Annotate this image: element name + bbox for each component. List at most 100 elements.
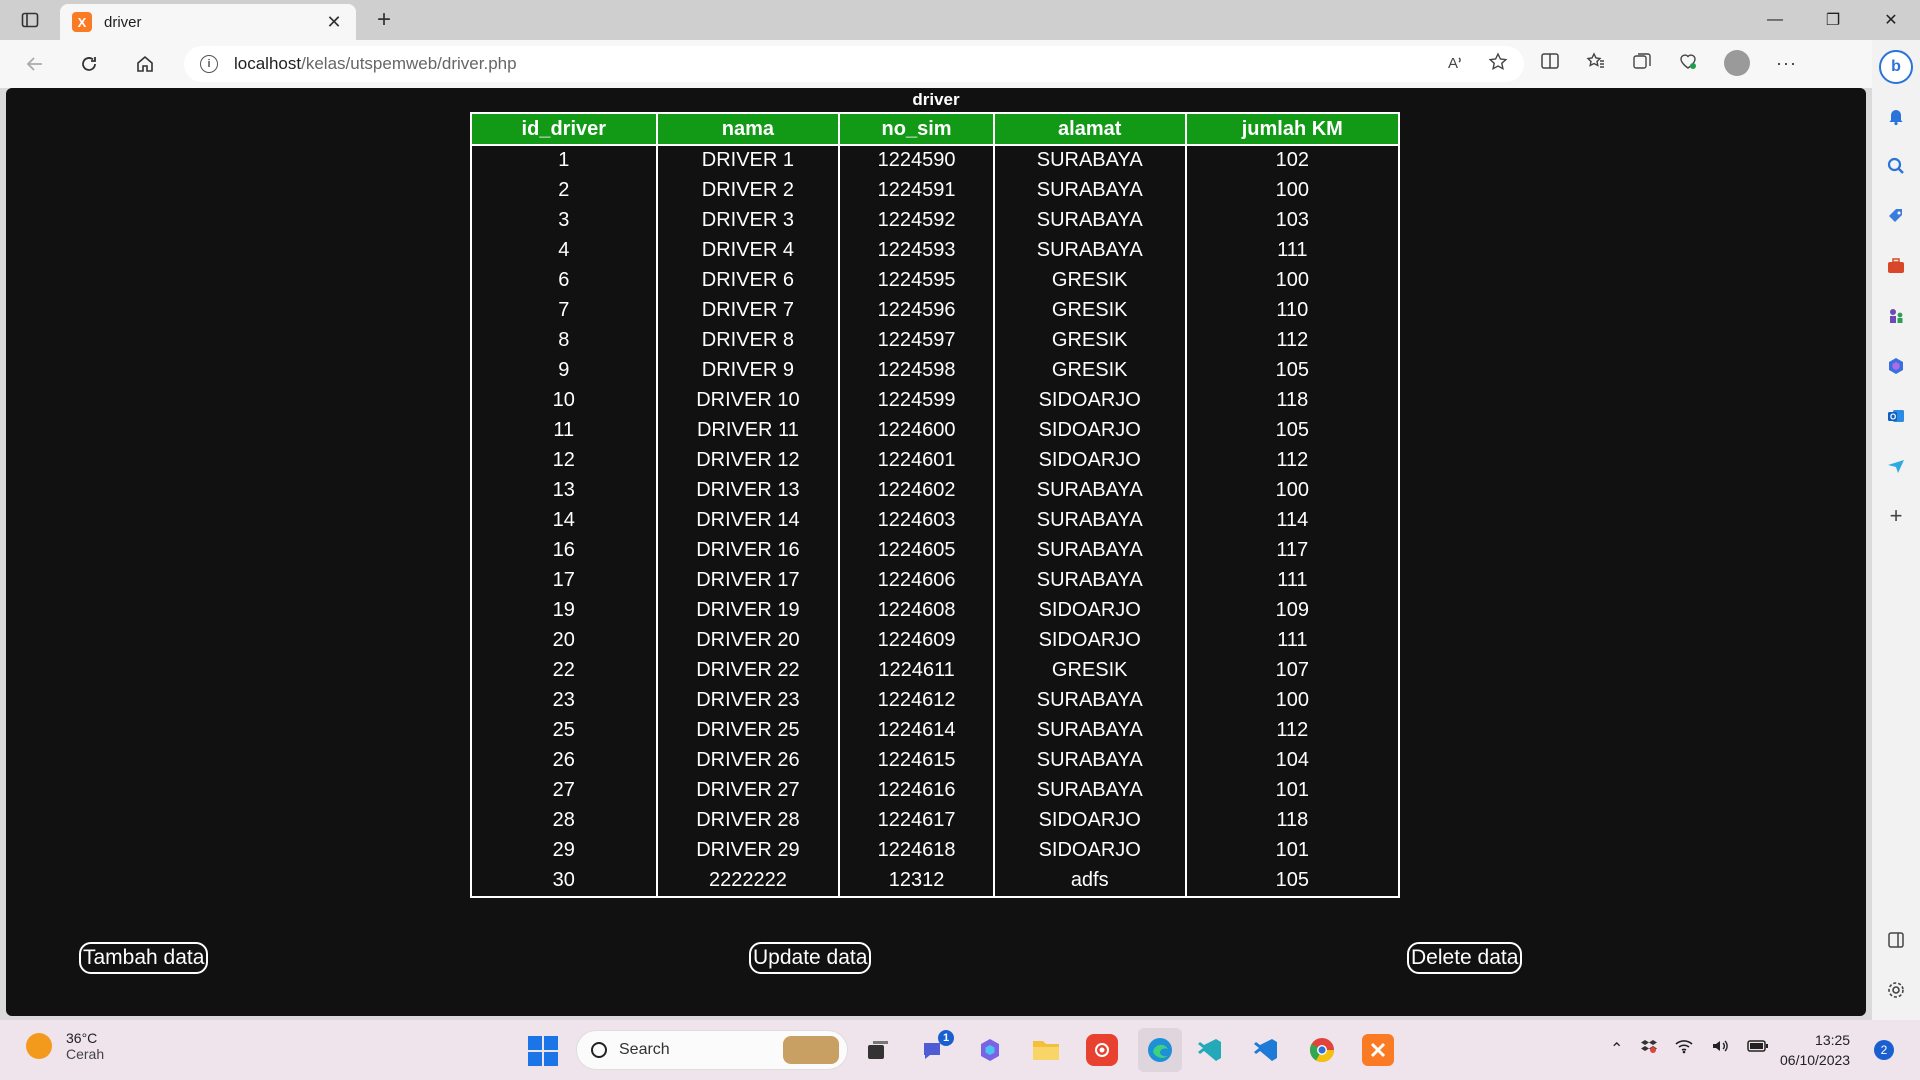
read-aloud-icon[interactable]: A [1446,52,1466,77]
table-row: 17 DRIVER 17 1224606 SURABAYA 111 [470,565,1401,595]
task-view-icon[interactable] [862,1034,894,1066]
copilot-taskbar-icon[interactable] [974,1034,1006,1066]
profile-avatar[interactable] [1724,50,1750,76]
taskbar-search-box[interactable]: Search [576,1030,848,1070]
cell-alamat: SURABAYA [992,475,1187,505]
cell-nama: DRIVER 13 [655,475,841,505]
sun-weather-icon [26,1033,52,1059]
tab-actions-icon[interactable] [16,6,44,34]
cell-nama: DRIVER 19 [655,595,841,625]
site-info-icon[interactable]: i [200,55,218,73]
delete-data-button[interactable]: Delete data [1407,942,1523,974]
notifications-bell-icon[interactable] [1882,102,1910,130]
cell-jumlah-km: 105 [1184,415,1401,445]
drop-send-icon[interactable] [1882,452,1910,480]
more-menu-icon[interactable]: ··· [1776,53,1797,74]
cell-id-driver: 1 [470,145,658,175]
vscode-blue-icon[interactable] [1250,1034,1282,1066]
hide-sidebar-icon[interactable] [1882,926,1910,954]
home-icon[interactable] [130,50,160,78]
file-explorer-icon[interactable] [1030,1034,1062,1066]
volume-icon[interactable] [1711,1038,1729,1059]
cell-jumlah-km: 112 [1184,325,1401,355]
cell-nama: DRIVER 28 [655,805,841,835]
cell-id-driver: 4 [470,235,658,265]
cell-alamat: SURABAYA [992,235,1187,265]
favorites-icon[interactable] [1586,51,1606,76]
cell-alamat: GRESIK [992,355,1187,385]
omnibox-actions: A [1446,52,1508,77]
tray-chevron-up-icon[interactable]: ⌃ [1610,1039,1623,1059]
url-text: localhost/kelas/utspemweb/driver.php [234,54,517,74]
weather-widget[interactable]: 36°C Cerah [26,1030,104,1062]
back-icon[interactable] [20,50,50,78]
cell-nama: DRIVER 16 [655,535,841,565]
chat-badge: 1 [938,1030,954,1046]
wifi-icon[interactable] [1675,1038,1693,1059]
cell-jumlah-km: 118 [1184,385,1401,415]
close-window-icon[interactable]: ✕ [1862,0,1920,40]
browser-tab[interactable]: X driver ✕ [60,4,356,40]
cell-nama: DRIVER 14 [655,505,841,535]
games-chess-icon[interactable] [1882,302,1910,330]
cell-no-sim: 1224618 [838,835,995,865]
add-sidebar-app-icon[interactable]: + [1882,502,1910,530]
table-row: 29 DRIVER 29 1224618 SIDOARJO 101 [470,835,1401,865]
sidebar-settings-gear-icon[interactable] [1882,976,1910,1004]
chat-teams-icon[interactable]: 1 [918,1030,954,1066]
vscode-icon[interactable] [1194,1034,1226,1066]
edge-browser-icon[interactable] [1138,1028,1182,1072]
new-tab-icon[interactable]: + [370,6,398,34]
camera-app-icon[interactable] [1086,1034,1118,1066]
cell-alamat: SURABAYA [992,535,1187,565]
collections-icon[interactable] [1632,51,1652,76]
cell-id-driver: 14 [470,505,658,535]
table-row: 8 DRIVER 8 1224597 GRESIK 112 [470,325,1401,355]
tab-close-icon[interactable]: ✕ [324,12,344,33]
browser-essentials-icon[interactable] [1678,51,1698,76]
url-path: /kelas/utspemweb/driver.php [301,54,517,73]
cell-jumlah-km: 118 [1184,805,1401,835]
restore-icon[interactable]: ❐ [1804,0,1862,40]
cell-id-driver: 3 [470,205,658,235]
battery-icon[interactable] [1747,1039,1769,1058]
cell-id-driver: 23 [470,685,658,715]
split-screen-icon[interactable] [1540,51,1560,76]
outlook-icon[interactable]: O [1882,402,1910,430]
favorite-star-icon[interactable] [1488,52,1508,77]
tools-briefcase-icon[interactable] [1882,252,1910,280]
xampp-taskbar-icon[interactable] [1362,1034,1394,1066]
cell-nama: DRIVER 4 [655,235,841,265]
microsoft-365-icon[interactable] [1882,352,1910,380]
url-input[interactable]: i localhost/kelas/utspemweb/driver.php A [184,46,1524,82]
tambah-data-button[interactable]: Tambah data [79,942,209,974]
table-header-row: id_driver nama no_sim alamat jumlah KM [470,112,1401,146]
cell-nama: DRIVER 26 [655,745,841,775]
cell-no-sim: 1224591 [838,175,995,205]
dropbox-tray-icon[interactable] [1641,1038,1658,1059]
windows-start-icon[interactable] [528,1036,558,1066]
cell-id-driver: 27 [470,775,658,805]
copilot-icon[interactable]: b [1879,50,1913,84]
shopping-tag-icon[interactable] [1882,202,1910,230]
column-header-jumlah-km: jumlah KM [1184,112,1401,146]
cell-alamat: SURABAYA [992,685,1187,715]
chrome-icon[interactable] [1306,1034,1338,1066]
cell-id-driver: 10 [470,385,658,415]
cell-id-driver: 2 [470,175,658,205]
notification-badge[interactable]: 2 [1874,1040,1894,1060]
table-row: 7 DRIVER 7 1224596 GRESIK 110 [470,295,1401,325]
cell-no-sim: 1224601 [838,445,995,475]
system-tray: ⌃ [1610,1038,1769,1059]
cell-jumlah-km: 109 [1184,595,1401,625]
cell-no-sim: 1224592 [838,205,995,235]
cell-nama: DRIVER 2 [655,175,841,205]
taskbar-clock[interactable]: 13:25 06/10/2023 [1780,1030,1850,1070]
minimize-icon[interactable]: — [1746,0,1804,40]
reload-icon[interactable] [74,50,104,78]
cell-id-driver: 12 [470,445,658,475]
taskbar: 36°C Cerah Search 1 ⌃ 13:25 06/10/2023 2 [0,1020,1920,1080]
update-data-button[interactable]: Update data [749,942,872,974]
sidebar-search-icon[interactable] [1882,152,1910,180]
cell-jumlah-km: 110 [1184,295,1401,325]
